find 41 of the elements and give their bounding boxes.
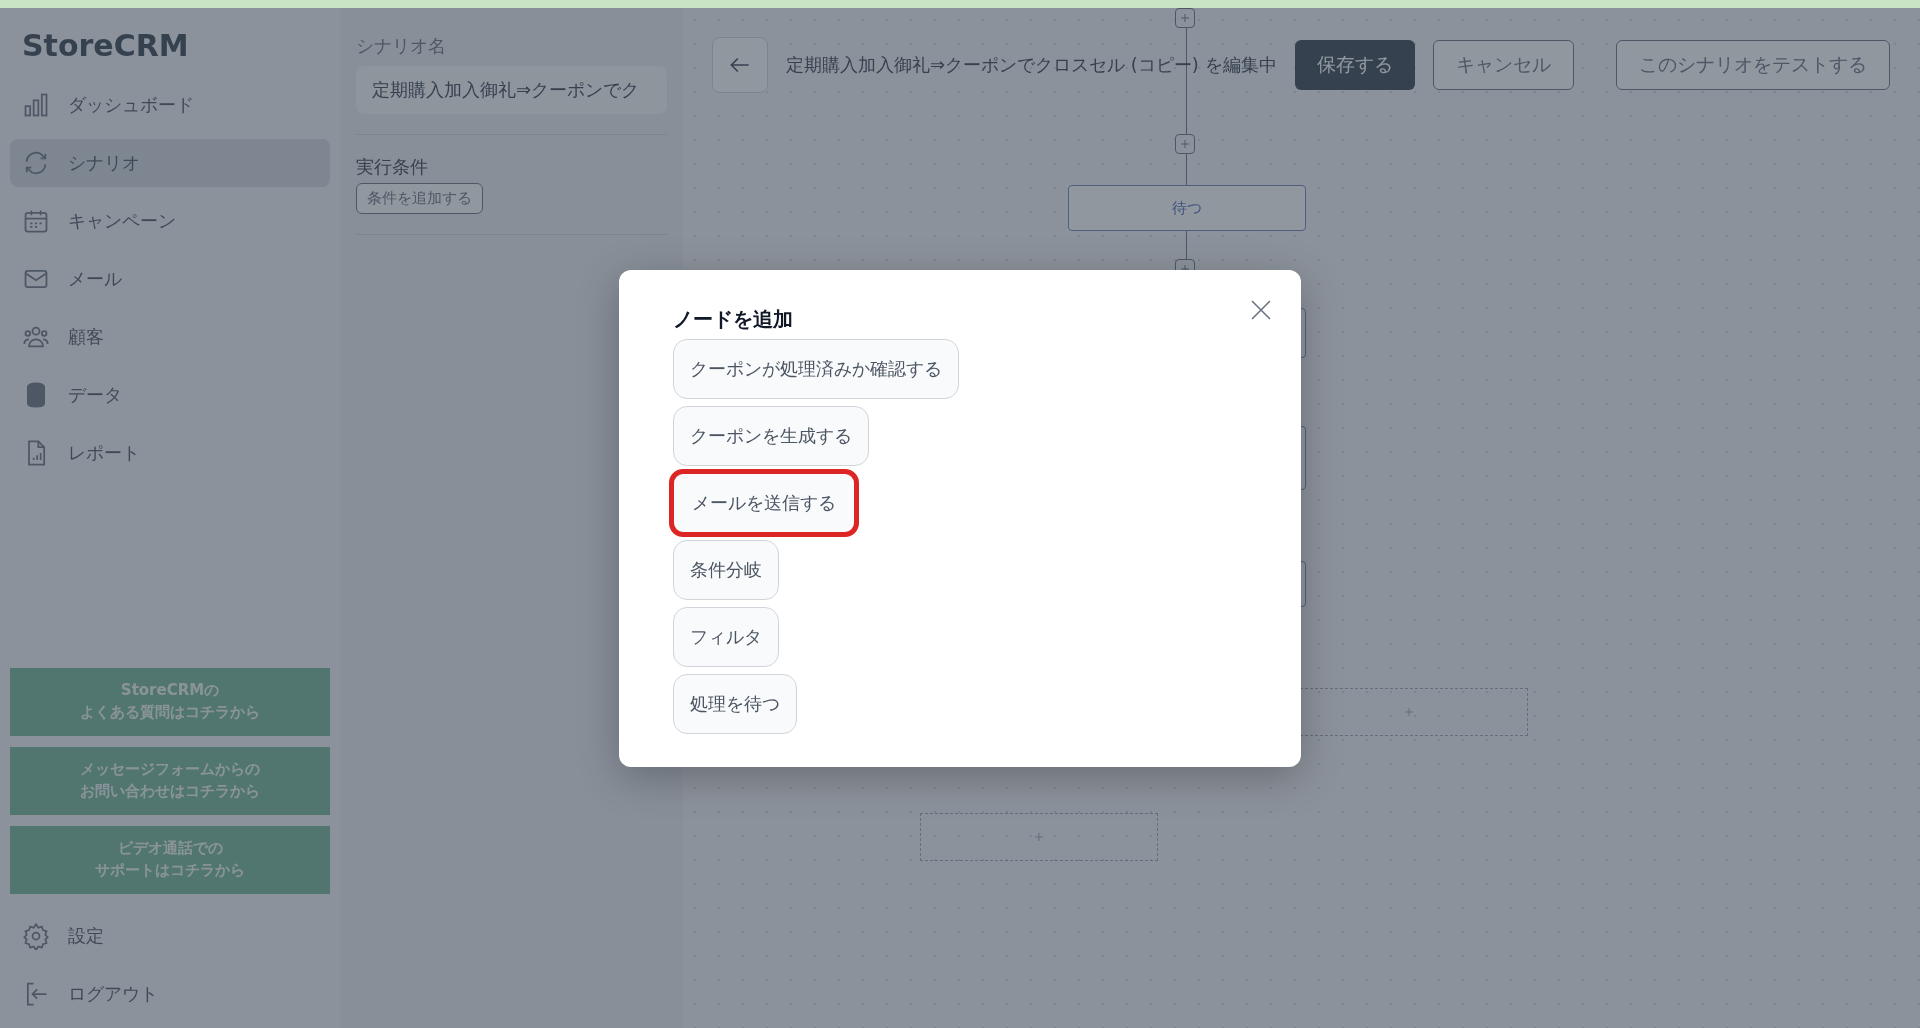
app-logo: StoreCRM — [21, 28, 190, 65]
sidebar-item[interactable]: ダッシュボード — [10, 81, 330, 129]
plus-icon — [1180, 13, 1190, 23]
wait-node[interactable]: 待つ — [1068, 185, 1306, 231]
sidebar-item[interactable]: 顧客 — [10, 313, 330, 361]
dialog-title: ノードを追加 — [673, 306, 794, 333]
help-link-button[interactable]: ビデオ通話での サポートはコチラから — [10, 826, 330, 894]
sidebar-item[interactable]: 設定 — [10, 912, 330, 960]
scenario-name-field[interactable]: 定期購入加入御礼⇒クーポンでク — [356, 66, 667, 114]
add-node-button[interactable] — [1175, 8, 1195, 28]
add-condition-button[interactable]: 条件を追加する — [356, 183, 483, 214]
close-button[interactable] — [1249, 298, 1273, 322]
plus-icon — [1034, 832, 1044, 842]
settings-icon — [22, 922, 50, 950]
node-type-option[interactable]: メールを送信する — [669, 469, 859, 537]
plus-icon — [1180, 139, 1190, 149]
close-icon — [1251, 300, 1271, 320]
test-scenario-button[interactable]: このシナリオをテストする — [1616, 40, 1890, 90]
save-button[interactable]: 保存する — [1294, 40, 1415, 90]
node-type-option[interactable]: 処理を待つ — [673, 674, 797, 734]
node-type-option[interactable]: フィルタ — [673, 607, 779, 667]
field-label: シナリオ名 — [356, 34, 447, 58]
sidebar-item[interactable]: レポート — [10, 429, 330, 477]
add-node-button[interactable] — [1175, 134, 1195, 154]
node-type-option[interactable]: 条件分岐 — [673, 540, 779, 600]
help-link-button[interactable]: メッセージフォームからの お問い合わせはコチラから — [10, 747, 330, 815]
plus-icon — [1404, 707, 1414, 717]
cancel-button[interactable]: キャンセル — [1432, 40, 1574, 90]
node-type-option[interactable]: クーポンが処理済みか確認する — [673, 339, 959, 399]
section-label: 実行条件 — [356, 155, 429, 179]
sidebar-item[interactable]: ログアウト — [10, 970, 330, 1018]
sidebar-item[interactable]: キャンペーン — [10, 197, 330, 245]
editor-title: 定期購入加入御礼⇒クーポンでクロスセル (コピー) を編集中 — [786, 53, 1277, 77]
sidebar-item[interactable]: データ — [10, 371, 330, 419]
bar-chart-icon — [22, 91, 50, 119]
back-button[interactable] — [712, 37, 768, 93]
node-type-option[interactable]: クーポンを生成する — [673, 406, 869, 466]
sidebar-item[interactable]: シナリオ — [10, 139, 330, 187]
empty-node-slot[interactable] — [920, 813, 1158, 861]
sidebar-item[interactable]: メール — [10, 255, 330, 303]
help-link-button[interactable]: StoreCRMの よくある質問はコチラから — [10, 668, 330, 736]
